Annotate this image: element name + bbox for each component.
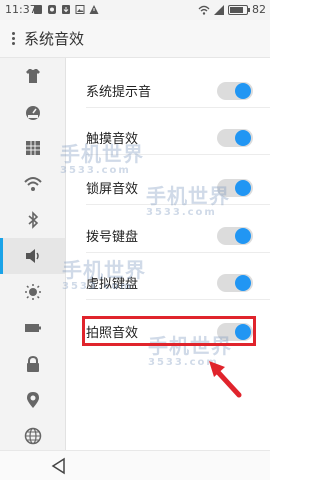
wifi-icon <box>23 177 42 191</box>
page-title: 系统音效 <box>24 30 85 48</box>
wifi-status-icon <box>198 5 210 15</box>
app-notification-icon <box>48 5 56 14</box>
sidebar-item-security[interactable] <box>0 346 65 382</box>
setting-lockscreen-sound[interactable]: 锁屏音效 <box>66 171 270 204</box>
download-icon <box>62 5 70 14</box>
sidebar-item-language[interactable] <box>0 418 65 454</box>
setting-dialpad-sound[interactable]: 拨号键盘 <box>66 219 270 252</box>
dashboard-icon <box>25 106 40 120</box>
warning-icon <box>89 5 99 14</box>
sidebar-item-brightness[interactable] <box>0 274 65 310</box>
toggle-switch[interactable] <box>217 82 253 100</box>
sidebar-item-bluetooth[interactable] <box>0 202 65 238</box>
battery-level: 82 <box>252 3 266 16</box>
settings-sidebar <box>0 58 66 450</box>
battery-indicator <box>228 4 250 15</box>
sidebar-item-display[interactable] <box>0 94 65 130</box>
shirt-icon <box>25 69 40 83</box>
toggle-switch[interactable] <box>217 274 253 292</box>
notification-icons <box>33 4 99 15</box>
toggle-switch[interactable] <box>217 129 253 147</box>
grid-icon <box>25 141 40 155</box>
bluetooth-icon <box>27 211 38 229</box>
divider <box>86 299 270 300</box>
brightness-icon <box>24 284 41 300</box>
setting-label: 系统提示音 <box>86 85 152 100</box>
more-icon[interactable] <box>8 32 18 45</box>
back-icon[interactable] <box>50 457 68 475</box>
setting-system-prompt[interactable]: 系统提示音 <box>66 74 270 107</box>
sidebar-item-battery[interactable] <box>0 310 65 346</box>
sidebar-item-personalize[interactable] <box>0 58 65 94</box>
battery-icon <box>24 324 41 332</box>
lock-icon <box>26 355 39 372</box>
sidebar-item-wifi[interactable] <box>0 166 65 202</box>
divider <box>86 107 270 108</box>
setting-label: 拨号键盘 <box>86 230 139 245</box>
toggle-switch[interactable] <box>217 227 253 245</box>
setting-virtual-keyboard[interactable]: 虚拟键盘 <box>66 266 270 299</box>
setting-label: 虚拟键盘 <box>86 277 139 292</box>
divider <box>86 204 270 205</box>
setting-label: 触摸音效 <box>86 132 139 147</box>
status-right: 82 <box>198 3 266 16</box>
setting-label: 锁屏音效 <box>86 182 139 197</box>
red-arrow-icon <box>209 361 242 398</box>
message-icon <box>34 5 42 14</box>
location-icon <box>26 392 39 408</box>
globe-icon <box>24 427 41 445</box>
sidebar-item-apps[interactable] <box>0 130 65 166</box>
speaker-icon <box>25 249 39 263</box>
status-bar: 11:37 82 <box>0 0 270 20</box>
image-icon <box>75 5 85 14</box>
top-app-bar: 系统音效 <box>0 20 270 58</box>
bottom-nav <box>0 450 270 480</box>
sidebar-item-location[interactable] <box>0 382 65 418</box>
status-time: 11:37 <box>5 3 37 16</box>
signal-icon <box>214 4 224 15</box>
setting-touch-sound[interactable]: 触摸音效 <box>66 121 270 154</box>
highlight-box <box>82 316 256 346</box>
sidebar-item-sound[interactable] <box>0 238 65 274</box>
toggle-switch[interactable] <box>217 179 253 197</box>
divider <box>86 252 270 253</box>
divider <box>86 154 270 155</box>
